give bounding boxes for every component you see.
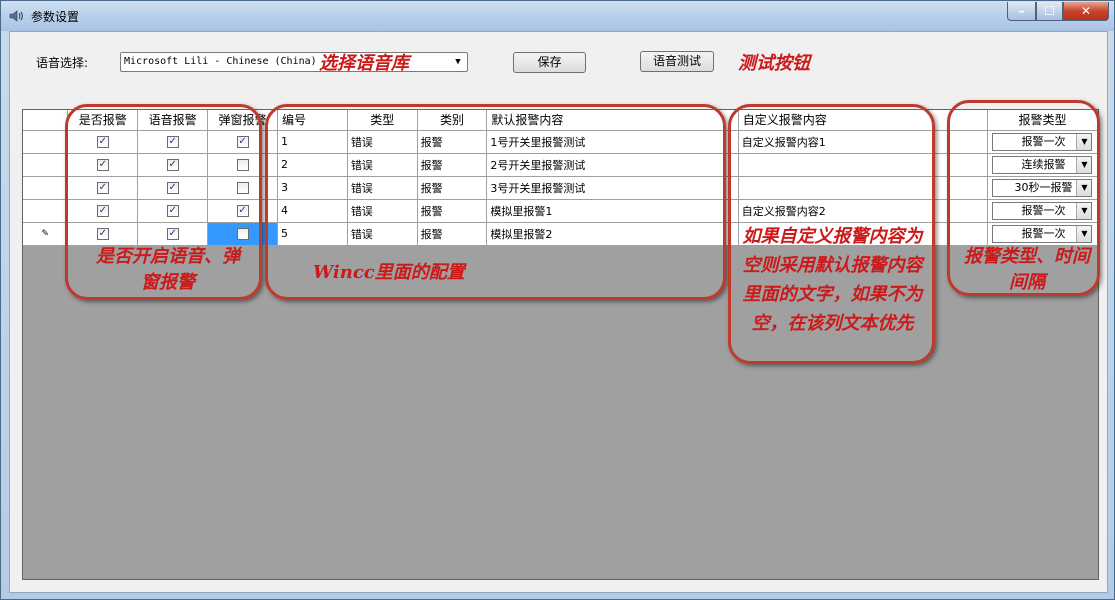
close-button[interactable]: ✕ bbox=[1063, 2, 1109, 21]
annotation-alarm-type: 报警类型、时间间隔 bbox=[964, 246, 1090, 293]
maximize-button[interactable]: ☐ bbox=[1036, 2, 1063, 21]
minimize-icon: – bbox=[1018, 4, 1025, 18]
title-bar: 参数设置 – ☐ ✕ bbox=[1, 1, 1114, 31]
window-title: 参数设置 bbox=[31, 10, 80, 24]
annotation-wincc-config: Wincc里面的配置 bbox=[313, 262, 465, 283]
chevron-down-icon: ▼ bbox=[455, 57, 461, 67]
voice-select-label: 语音选择: bbox=[36, 56, 89, 70]
annotation-alarm-enable: 是否开启语音、弹窗报警 bbox=[96, 246, 240, 293]
voice-select-value: Microsoft Lili - Chinese (China) bbox=[124, 56, 317, 67]
close-icon: ✕ bbox=[1080, 4, 1092, 18]
minimize-button[interactable]: – bbox=[1007, 2, 1036, 21]
annotation-test-button: 测试按钮 bbox=[738, 53, 810, 74]
client-area: 语音选择: Microsoft Lili - Chinese (China) ▼… bbox=[9, 31, 1108, 593]
save-button[interactable]: 保存 bbox=[513, 52, 586, 73]
annotation-custom-content: 如果自定义报警内容为空则采用默认报警内容里面的文字，如果不为空，在该列文本优先 bbox=[742, 226, 923, 334]
row-header[interactable] bbox=[23, 199, 69, 223]
row-header[interactable] bbox=[23, 153, 69, 177]
row-header[interactable] bbox=[23, 130, 69, 154]
speaker-icon bbox=[9, 10, 23, 22]
row-header[interactable]: ✎ bbox=[23, 222, 69, 246]
settings-window: 参数设置 – ☐ ✕ 语音选择: Microsoft Lili - Chines… bbox=[0, 0, 1115, 600]
row-header-corner bbox=[23, 110, 69, 131]
maximize-icon: ☐ bbox=[1044, 4, 1055, 18]
voice-test-button[interactable]: 语音测试 bbox=[640, 51, 714, 72]
annotation-select-library: 选择语音库 bbox=[319, 53, 409, 74]
row-header[interactable] bbox=[23, 176, 69, 200]
voice-select[interactable]: Microsoft Lili - Chinese (China) ▼ bbox=[120, 52, 468, 72]
edit-pencil-icon: ✎ bbox=[41, 228, 49, 239]
